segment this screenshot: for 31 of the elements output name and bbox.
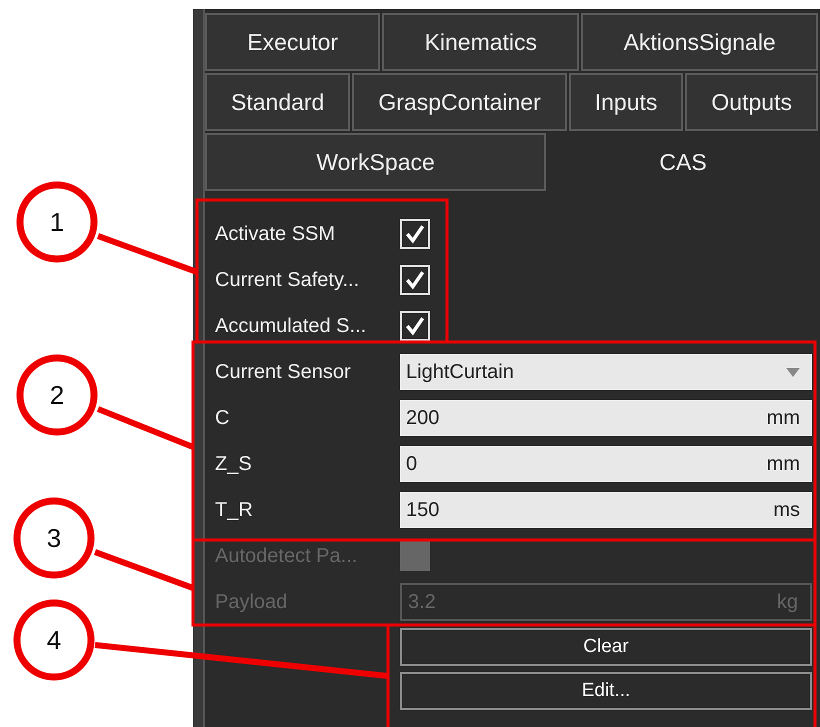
tab[interactable]: Outputs xyxy=(685,73,818,131)
action-button[interactable]: Clear xyxy=(400,628,812,666)
field-label: Autodetect Pa... xyxy=(215,544,358,568)
callout-number: 2 xyxy=(50,380,64,410)
input-field[interactable]: 200 mm xyxy=(400,400,812,436)
callout-number: 3 xyxy=(46,523,62,553)
input-field[interactable]: 150 ms xyxy=(400,492,812,528)
field-label: Current Safety... xyxy=(215,268,360,292)
checkmark-icon xyxy=(404,269,426,291)
tab[interactable]: Kinematics xyxy=(382,13,580,71)
tab[interactable]: GraspContainer xyxy=(352,73,567,131)
field-label: Z_S xyxy=(215,452,253,476)
field-label: Accumulated S... xyxy=(215,314,368,338)
field-label: C xyxy=(215,406,230,430)
checkmark-icon xyxy=(404,315,426,337)
tab[interactable]: Standard xyxy=(205,73,350,131)
action-button[interactable]: Edit... xyxy=(400,672,812,710)
field-label: T_R xyxy=(215,498,254,522)
sensor-dropdown[interactable]: LightCurtain xyxy=(400,354,812,390)
callout-number: 1 xyxy=(50,207,64,237)
tab[interactable]: WorkSpace xyxy=(205,133,546,191)
field-label: Current Sensor xyxy=(215,360,352,384)
tab[interactable]: Inputs xyxy=(568,73,684,131)
checkmark-icon xyxy=(404,223,426,245)
callout-number: 4 xyxy=(46,625,62,655)
field-label: Activate SSM xyxy=(215,222,336,246)
field-label: Payload xyxy=(215,590,288,614)
tab[interactable]: Executor xyxy=(205,13,380,71)
tab[interactable]: AktionsSignale xyxy=(581,13,818,71)
input-field[interactable]: 0 mm xyxy=(400,446,812,482)
caret-icon xyxy=(786,368,800,376)
